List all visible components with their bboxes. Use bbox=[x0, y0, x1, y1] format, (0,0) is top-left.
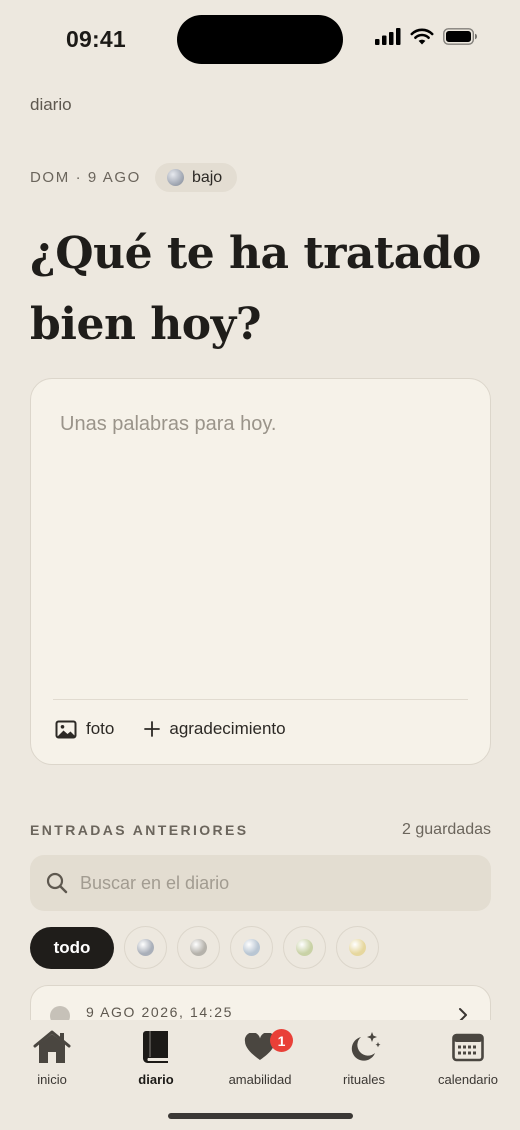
battery-icon bbox=[443, 28, 477, 45]
mood-filters: todo bbox=[30, 926, 379, 969]
home-indicator[interactable] bbox=[168, 1113, 353, 1119]
plus-icon bbox=[144, 721, 161, 737]
mood-orb-icon bbox=[166, 169, 184, 186]
entry-datetime: 9 AGO 2026, 14:25 bbox=[86, 1004, 234, 1020]
composer-divider bbox=[53, 699, 468, 700]
tab-amabilidad[interactable]: 1 amabilidad bbox=[208, 1027, 312, 1087]
filter-mood-1-button[interactable] bbox=[124, 926, 167, 969]
cellular-signal-icon bbox=[375, 28, 401, 45]
mood-label: bajo bbox=[191, 168, 223, 186]
mood-chip[interactable]: bajo bbox=[154, 163, 238, 192]
tab-inicio[interactable]: inicio bbox=[0, 1027, 104, 1087]
entry-date: DOM · 9 AGO bbox=[30, 169, 141, 186]
section-label: diario bbox=[30, 95, 72, 114]
image-icon bbox=[55, 720, 77, 738]
filter-mood-4-button[interactable] bbox=[283, 926, 326, 969]
tab-calendario[interactable]: calendario bbox=[416, 1027, 520, 1087]
tab-label: diario bbox=[138, 1072, 174, 1087]
search-icon bbox=[46, 872, 68, 894]
moon-sparkle-icon bbox=[351, 1032, 381, 1061]
entry-text-input[interactable] bbox=[60, 413, 460, 436]
composer-actions: foto agradecimiento bbox=[55, 719, 286, 739]
dynamic-island bbox=[177, 15, 343, 64]
wifi-icon bbox=[410, 28, 434, 45]
journal-search-input[interactable] bbox=[80, 872, 491, 894]
mood-orb-icon bbox=[137, 939, 154, 956]
status-time: 09:41 bbox=[66, 26, 126, 52]
entry-composer: foto agradecimiento bbox=[30, 378, 491, 765]
mood-orb-icon bbox=[296, 939, 313, 956]
add-photo-label: foto bbox=[86, 719, 115, 738]
tab-diario[interactable]: diario bbox=[104, 1027, 208, 1087]
tab-label: calendario bbox=[438, 1072, 498, 1087]
add-gratitude-button[interactable]: agradecimiento bbox=[144, 719, 286, 739]
add-photo-button[interactable]: foto bbox=[55, 719, 114, 739]
entry-date-row: DOM · 9 AGO bajo bbox=[30, 163, 238, 192]
mood-orb-icon bbox=[190, 939, 207, 956]
filter-mood-2-button[interactable] bbox=[177, 926, 220, 969]
tab-label: inicio bbox=[37, 1072, 67, 1087]
mood-orb-icon bbox=[243, 939, 260, 956]
tab-rituales[interactable]: rituales bbox=[312, 1027, 416, 1087]
journal-search-bar[interactable] bbox=[30, 855, 491, 911]
mood-orb-icon bbox=[349, 939, 366, 956]
previous-entries-count: 2 guardadas bbox=[402, 821, 491, 838]
filter-all-button[interactable]: todo bbox=[30, 926, 114, 969]
filter-mood-3-button[interactable] bbox=[230, 926, 273, 969]
calendar-icon bbox=[452, 1033, 484, 1062]
home-icon bbox=[33, 1030, 71, 1063]
filter-mood-5-button[interactable] bbox=[336, 926, 379, 969]
previous-entries-title: ENTRADAS ANTERIORES bbox=[30, 822, 249, 838]
status-icons bbox=[375, 28, 478, 45]
tab-label: amabilidad bbox=[228, 1072, 292, 1087]
status-bar: 09:41 bbox=[0, 0, 520, 78]
journal-book-icon bbox=[143, 1031, 168, 1063]
add-gratitude-label: agradecimiento bbox=[169, 719, 286, 738]
previous-entries-header: ENTRADAS ANTERIORES 2 guardadas bbox=[30, 821, 491, 839]
tab-label: rituales bbox=[343, 1072, 385, 1087]
journal-prompt: ¿Qué te ha tratado bien hoy? bbox=[30, 228, 481, 350]
notification-badge: 1 bbox=[270, 1029, 293, 1052]
